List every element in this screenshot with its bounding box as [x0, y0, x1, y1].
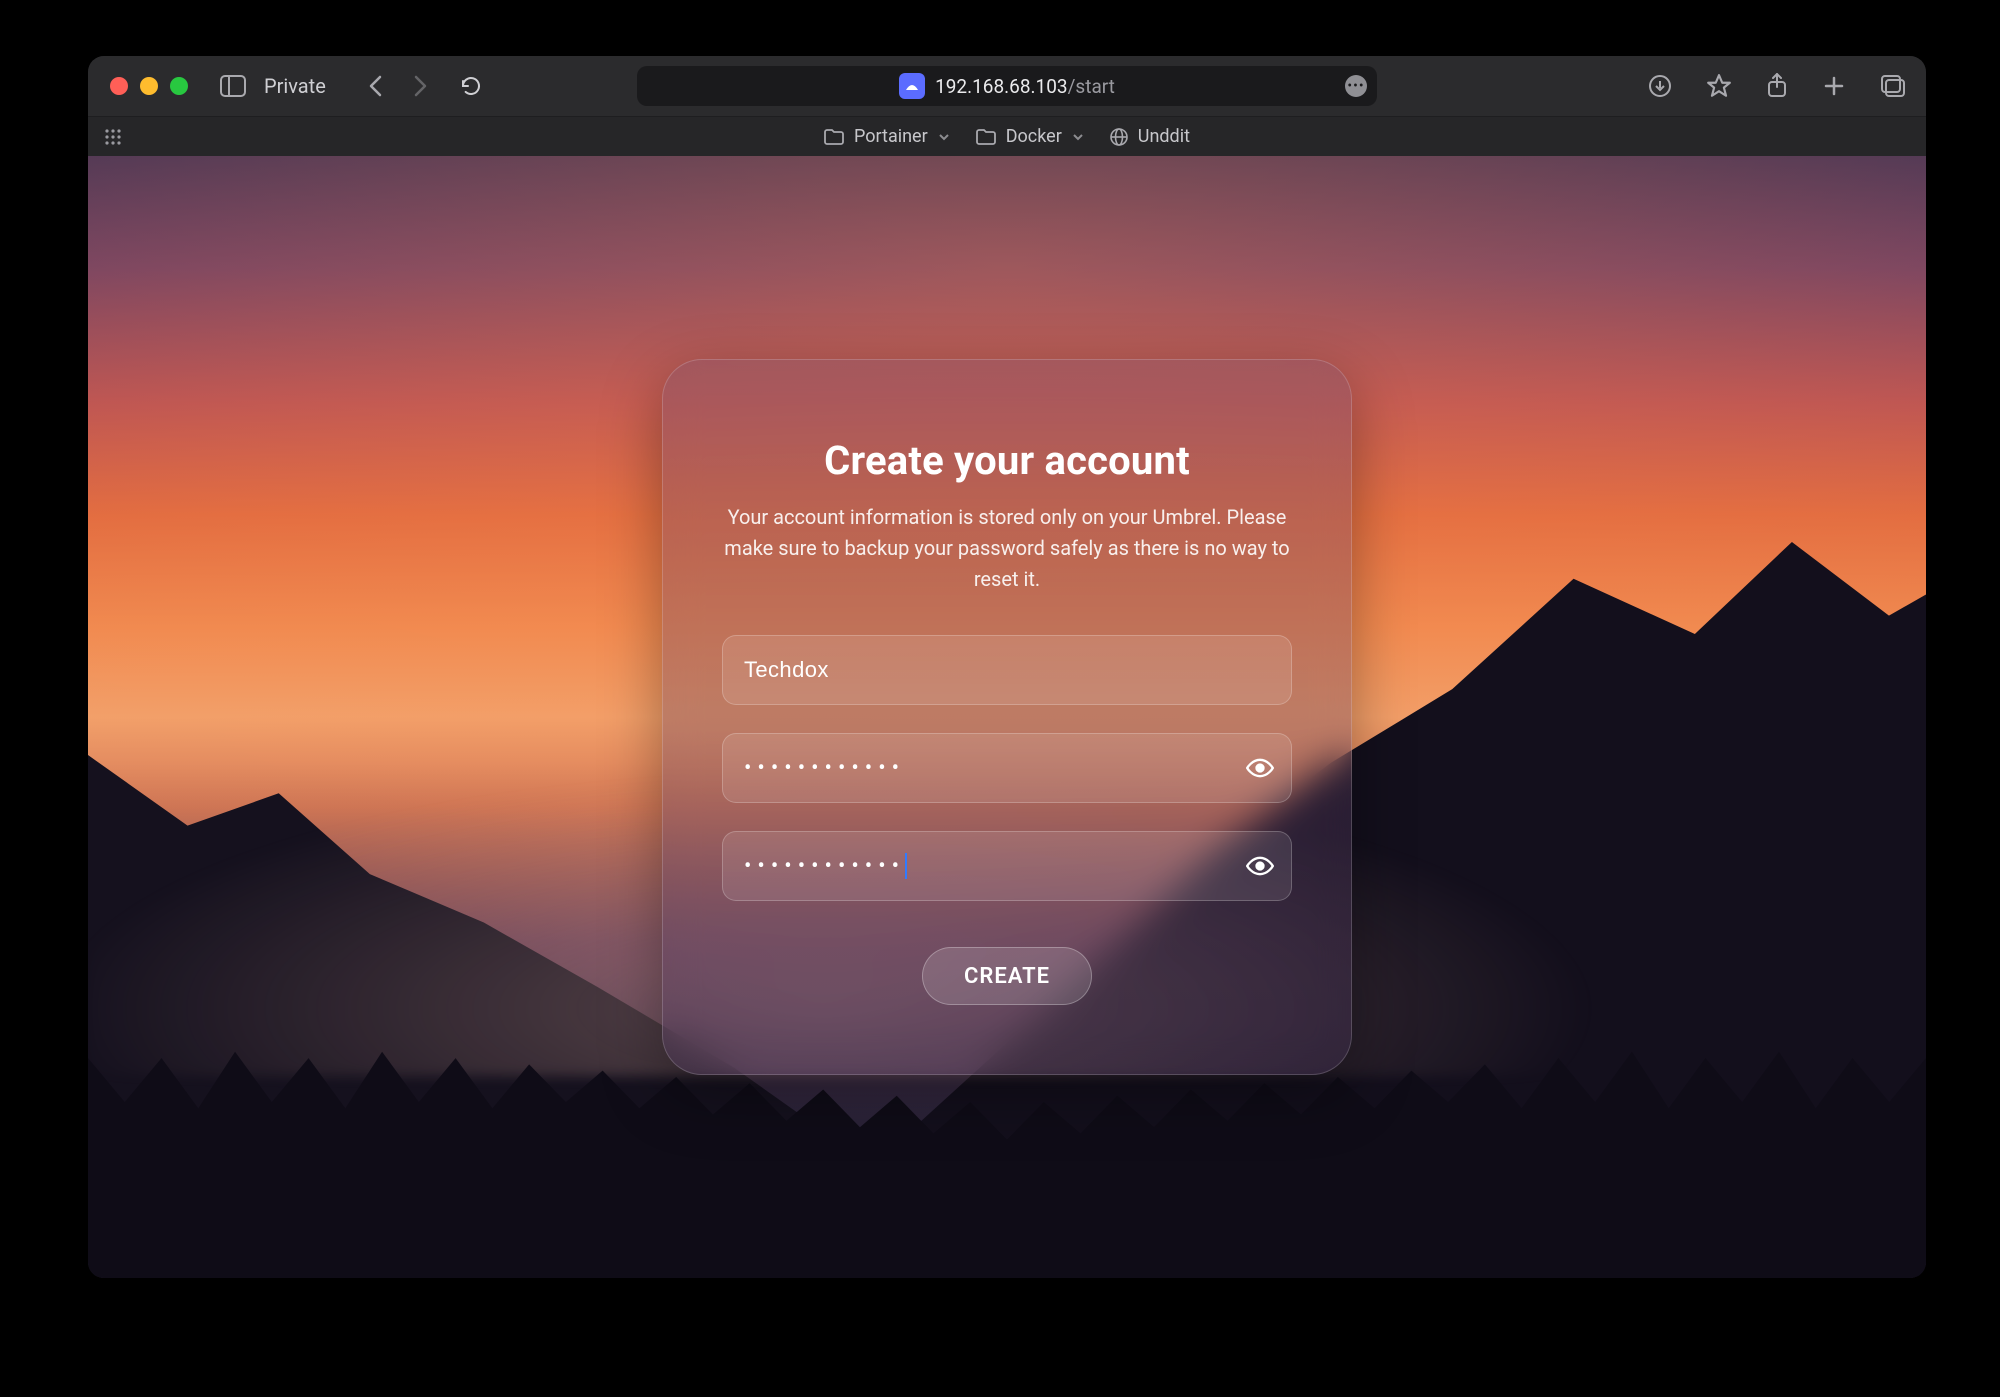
- downloads-icon[interactable]: [1648, 74, 1672, 98]
- globe-icon: [1110, 128, 1128, 146]
- bookmark-folder-docker[interactable]: Docker: [976, 126, 1084, 147]
- forward-button[interactable]: [412, 75, 428, 97]
- bookmark-label: Portainer: [854, 126, 928, 147]
- name-field-wrap[interactable]: [722, 635, 1292, 705]
- window-close-button[interactable]: [110, 77, 128, 95]
- apps-grid-icon[interactable]: [104, 128, 122, 146]
- site-favicon: [899, 73, 925, 99]
- favorites-icon[interactable]: [1706, 73, 1732, 99]
- confirm-password-field-wrap[interactable]: ••••••••••••: [722, 831, 1292, 901]
- nav-arrows: [368, 75, 428, 97]
- eye-icon[interactable]: [1246, 754, 1274, 782]
- form-fields: •••••••••••• ••••••••••••: [722, 635, 1292, 901]
- browser-window: Private 192.168.68.103/start •••: [88, 56, 1926, 1278]
- password-field-wrap[interactable]: ••••••••••••: [722, 733, 1292, 803]
- card-title: Create your account: [722, 437, 1292, 484]
- folder-icon: [976, 129, 996, 145]
- bookmarks-bar: Portainer Docker Unddit: [88, 116, 1926, 156]
- tab-overview-icon[interactable]: [1880, 74, 1906, 98]
- address-more-icon[interactable]: •••: [1345, 75, 1367, 97]
- window-zoom-button[interactable]: [170, 77, 188, 95]
- name-input[interactable]: [744, 635, 1232, 705]
- bookmark-label: Unddit: [1138, 126, 1190, 147]
- chevron-down-icon: [1072, 131, 1084, 143]
- browser-toolbar: Private 192.168.68.103/start •••: [88, 56, 1926, 116]
- bookmark-label: Docker: [1006, 126, 1062, 147]
- card-subtitle: Your account information is stored only …: [722, 502, 1292, 595]
- bookmark-unddit[interactable]: Unddit: [1110, 126, 1190, 147]
- eye-icon[interactable]: [1246, 852, 1274, 880]
- folder-icon: [824, 129, 844, 145]
- chevron-down-icon: [938, 131, 950, 143]
- new-tab-icon[interactable]: [1822, 74, 1846, 98]
- signup-card: Create your account Your account informa…: [662, 359, 1352, 1075]
- create-button-label: CREATE: [964, 964, 1050, 989]
- traffic-lights: [110, 77, 188, 95]
- privacy-label: Private: [264, 74, 326, 98]
- address-bar[interactable]: 192.168.68.103/start •••: [637, 66, 1377, 106]
- text-caret: [905, 853, 907, 879]
- back-button[interactable]: [368, 75, 384, 97]
- sidebar-toggle-icon[interactable]: [220, 75, 246, 97]
- page-content: Create your account Your account informa…: [88, 156, 1926, 1278]
- confirm-password-mask: ••••••••••••: [744, 853, 907, 879]
- bookmark-folder-portainer[interactable]: Portainer: [824, 126, 950, 147]
- address-path: /start: [1068, 75, 1115, 98]
- password-mask: ••••••••••••: [744, 756, 905, 781]
- create-button[interactable]: CREATE: [922, 947, 1092, 1005]
- window-minimize-button[interactable]: [140, 77, 158, 95]
- share-icon[interactable]: [1766, 73, 1788, 99]
- address-host: 192.168.68.103: [935, 75, 1068, 98]
- toolbar-right: [1648, 73, 1906, 99]
- reload-button[interactable]: [460, 75, 482, 97]
